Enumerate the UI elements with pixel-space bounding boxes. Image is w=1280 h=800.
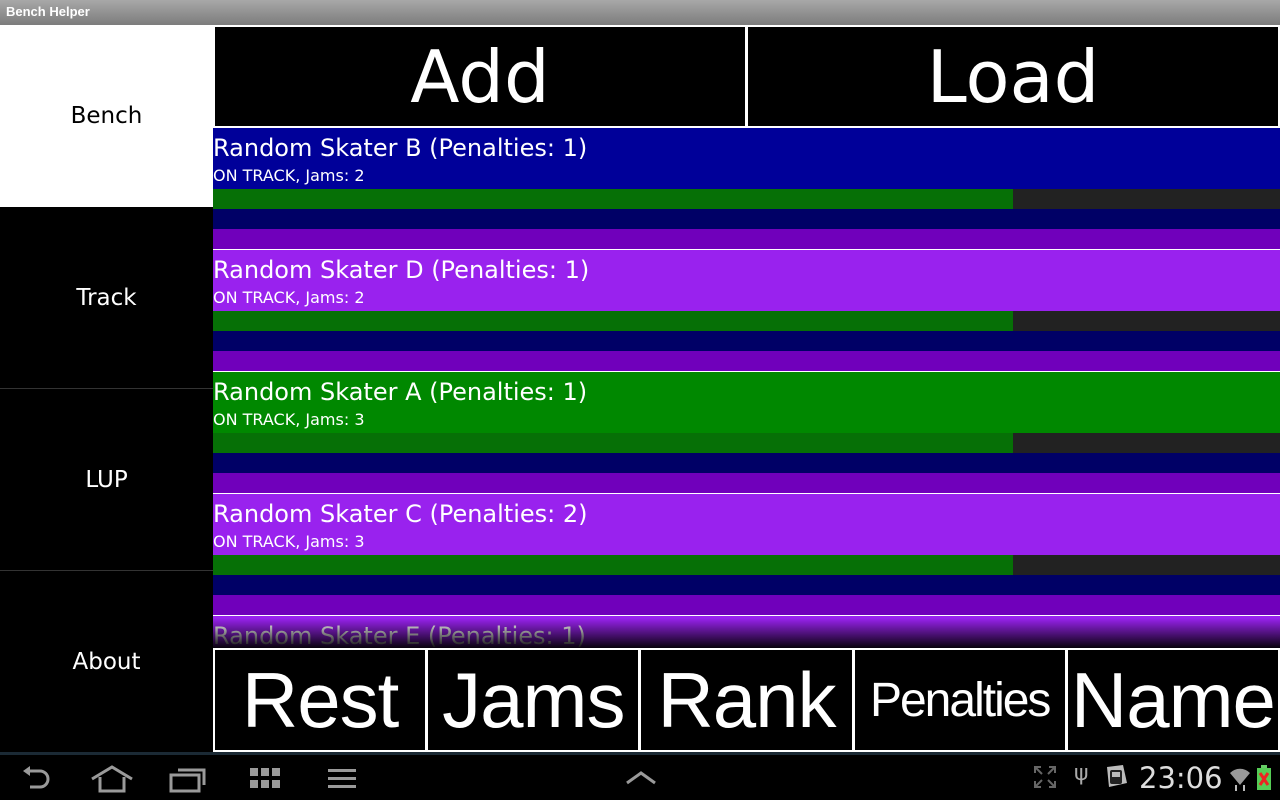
- system-nav-bar: ψ 23:06: [0, 752, 1280, 800]
- skater-header: Random Skater C (Penalties: 2) ON TRACK,…: [213, 494, 1280, 555]
- recent-apps-icon[interactable]: [168, 765, 208, 793]
- wifi-icon: [1230, 768, 1250, 791]
- sidebar-item-bench[interactable]: Bench: [0, 25, 213, 207]
- skater-name: Random Skater C (Penalties: 2): [213, 500, 588, 528]
- skater-status: ON TRACK, Jams: 2: [213, 166, 365, 185]
- skater-list-item[interactable]: Random Skater E (Penalties: 1): [213, 616, 1280, 648]
- home-icon[interactable]: [90, 765, 134, 793]
- usb-icon: ψ: [1074, 761, 1089, 786]
- skater-name: Random Skater B (Penalties: 1): [213, 134, 588, 162]
- skater-list[interactable]: Random Skater B (Penalties: 1) ON TRACK,…: [213, 128, 1280, 648]
- battery-icon: [1257, 765, 1271, 790]
- skater-list-item[interactable]: Random Skater C (Penalties: 2) ON TRACK,…: [213, 494, 1280, 616]
- screen-expand-icon[interactable]: [1033, 765, 1057, 789]
- skater-name: Random Skater D (Penalties: 1): [213, 256, 590, 284]
- skater-purple-bar: [213, 473, 1280, 493]
- rest-progress-bar: [213, 555, 1280, 575]
- skater-header: Random Skater E (Penalties: 1): [213, 616, 1280, 648]
- sidebar-item-lup[interactable]: LUP: [0, 389, 213, 571]
- app-title-bar: Bench Helper: [0, 0, 1280, 25]
- sidebar-item-label: About: [72, 649, 141, 675]
- skater-name: Random Skater A (Penalties: 1): [213, 378, 588, 406]
- rest-progress-fill: [213, 555, 1014, 575]
- sort-rank-button[interactable]: Rank: [641, 650, 852, 750]
- skater-purple-bar: [213, 595, 1280, 615]
- skater-purple-bar: [213, 229, 1280, 249]
- sidebar-item-label: Bench: [70, 103, 143, 129]
- back-icon[interactable]: [20, 765, 56, 793]
- skater-navy-bar: [213, 331, 1280, 351]
- rest-progress-fill: [213, 433, 1014, 453]
- skater-header: Random Skater D (Penalties: 1) ON TRACK,…: [213, 250, 1280, 311]
- add-button[interactable]: Add: [215, 27, 745, 126]
- sidebar: Bench Track LUP About: [0, 25, 213, 752]
- rest-progress-fill: [213, 189, 1014, 209]
- skater-list-item[interactable]: Random Skater B (Penalties: 1) ON TRACK,…: [213, 128, 1280, 250]
- skater-navy-bar: [213, 575, 1280, 595]
- sidebar-item-track[interactable]: Track: [0, 207, 213, 389]
- skater-navy-bar: [213, 209, 1280, 229]
- rest-progress-fill: [213, 311, 1014, 331]
- sort-penalties-button[interactable]: Penalties: [854, 650, 1065, 750]
- rest-progress-bar: [213, 433, 1280, 453]
- bus-notification-icon[interactable]: [1103, 763, 1129, 791]
- skater-header: Random Skater A (Penalties: 1) ON TRACK,…: [213, 372, 1280, 433]
- top-toolbar: Add Load: [213, 25, 1280, 128]
- up-chevron-icon[interactable]: [624, 765, 658, 793]
- sort-toolbar: Rest Jams Rank Penalties Name: [213, 648, 1280, 752]
- sidebar-item-about[interactable]: About: [0, 571, 213, 753]
- skater-list-item[interactable]: Random Skater A (Penalties: 1) ON TRACK,…: [213, 372, 1280, 494]
- app-title: Bench Helper: [6, 4, 90, 19]
- skater-header: Random Skater B (Penalties: 1) ON TRACK,…: [213, 128, 1280, 189]
- sidebar-item-label: LUP: [85, 466, 128, 493]
- sidebar-item-label: Track: [76, 284, 137, 311]
- skater-name: Random Skater E (Penalties: 1): [213, 622, 586, 648]
- rest-progress-bar: [213, 189, 1280, 209]
- apps-grid-icon[interactable]: [248, 765, 282, 793]
- sort-name-button[interactable]: Name: [1067, 650, 1279, 750]
- skater-status: ON TRACK, Jams: 3: [213, 532, 365, 551]
- skater-status: ON TRACK, Jams: 2: [213, 288, 365, 307]
- sort-rest-button[interactable]: Rest: [215, 650, 426, 750]
- skater-list-item[interactable]: Random Skater D (Penalties: 1) ON TRACK,…: [213, 250, 1280, 372]
- system-clock: 23:06: [1139, 761, 1223, 795]
- skater-status: ON TRACK, Jams: 3: [213, 410, 365, 429]
- skater-navy-bar: [213, 453, 1280, 473]
- sort-jams-button[interactable]: Jams: [428, 650, 639, 750]
- skater-purple-bar: [213, 351, 1280, 371]
- load-button[interactable]: Load: [748, 27, 1278, 126]
- menu-icon[interactable]: [326, 765, 358, 793]
- rest-progress-bar: [213, 311, 1280, 331]
